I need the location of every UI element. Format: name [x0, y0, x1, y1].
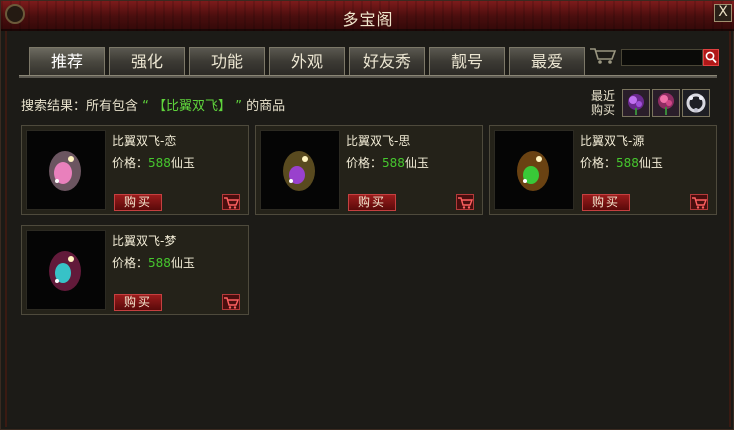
price-label: 价格： [112, 156, 149, 170]
buy-button[interactable]: 购买 [582, 194, 630, 211]
cart-icon [692, 197, 708, 209]
price-label: 价格： [580, 156, 617, 170]
search-icon [705, 51, 717, 64]
recent-item-white-wreath[interactable] [682, 89, 710, 117]
add-to-cart-button[interactable] [456, 194, 474, 210]
buy-button[interactable]: 购买 [114, 294, 162, 311]
search-result-text: 搜索结果：所有包含 “ 【比翼双飞】 ” 的商品 [21, 95, 285, 114]
wings-item-icon [517, 151, 549, 191]
title-bar[interactable]: 多宝阁 X [1, 1, 734, 31]
product-card[interactable]: 比翼双飞-恋 价格：588仙玉 购买 [21, 125, 249, 215]
recent-item-pink-flower[interactable] [652, 89, 680, 117]
white-wreath-icon [686, 93, 706, 113]
wings-item-icon [49, 251, 81, 291]
recent-label-line2: 购买 [591, 103, 616, 117]
result-suffix: 的商品 [246, 99, 286, 114]
tab-divider [19, 75, 717, 78]
add-to-cart-button[interactable] [690, 194, 708, 210]
price-currency: 仙玉 [638, 156, 663, 170]
product-name: 比翼双飞-思 [346, 134, 411, 148]
product-image [494, 130, 574, 210]
buy-button[interactable]: 购买 [348, 194, 396, 211]
tab-vanity-number[interactable]: 靓号 [429, 47, 505, 75]
add-to-cart-button[interactable] [222, 294, 240, 310]
window-title: 多宝阁 [342, 10, 394, 29]
shop-window: 多宝阁 X 推荐 强化 功能 外观 好友秀 靓号 最爱 搜索结果：所有包含 “ … [0, 0, 734, 430]
cart-icon [224, 197, 240, 209]
price-currency: 仙玉 [404, 156, 429, 170]
search-input[interactable] [621, 49, 703, 66]
price-value: 588 [616, 156, 639, 170]
product-image [26, 130, 106, 210]
tab-appearance[interactable]: 外观 [269, 47, 345, 75]
product-price: 价格：588仙玉 [580, 154, 663, 171]
result-close-quote: ” [235, 99, 242, 114]
cart-icon[interactable] [589, 47, 617, 65]
tab-favorites[interactable]: 最爱 [509, 47, 585, 75]
product-name: 比翼双飞-梦 [112, 234, 177, 248]
purple-flower-icon [628, 94, 644, 115]
price-label: 价格： [112, 256, 149, 270]
price-currency: 仙玉 [170, 256, 195, 270]
price-value: 588 [382, 156, 405, 170]
recent-label-line1: 最近 [591, 89, 616, 103]
tab-function[interactable]: 功能 [189, 47, 265, 75]
price-currency: 仙玉 [170, 156, 195, 170]
buy-button[interactable]: 购买 [114, 194, 162, 211]
product-image [260, 130, 340, 210]
price-value: 588 [148, 256, 171, 270]
price-label: 价格： [346, 156, 383, 170]
result-query: 【比翼双飞】 [153, 99, 232, 114]
wings-item-icon [49, 151, 81, 191]
result-prefix: 搜索结果：所有包含 [21, 99, 139, 114]
product-price: 价格：588仙玉 [346, 154, 429, 171]
price-value: 588 [148, 156, 171, 170]
recent-purchase-label: 最近 购买 [591, 89, 619, 117]
tab-enhance[interactable]: 强化 [109, 47, 185, 75]
wings-item-icon [283, 151, 315, 191]
product-price: 价格：588仙玉 [112, 154, 195, 171]
product-name: 比翼双飞-源 [580, 134, 645, 148]
tab-friend-show[interactable]: 好友秀 [349, 47, 425, 75]
add-to-cart-button[interactable] [222, 194, 240, 210]
search-button[interactable] [703, 49, 719, 66]
pink-flower-icon [658, 93, 674, 115]
product-card[interactable]: 比翼双飞-源 价格：588仙玉 购买 [489, 125, 717, 215]
recent-item-purple-flower[interactable] [622, 89, 650, 117]
tab-recommend[interactable]: 推荐 [29, 47, 105, 75]
product-card[interactable]: 比翼双飞-思 价格：588仙玉 购买 [255, 125, 483, 215]
product-name: 比翼双飞-恋 [112, 134, 177, 148]
product-card[interactable]: 比翼双飞-梦 价格：588仙玉 购买 [21, 225, 249, 315]
cart-icon [224, 297, 240, 309]
product-image [26, 230, 106, 310]
result-open-quote: “ [142, 99, 149, 114]
cart-icon [458, 197, 474, 209]
product-price: 价格：588仙玉 [112, 254, 195, 271]
close-button[interactable]: X [714, 4, 732, 22]
